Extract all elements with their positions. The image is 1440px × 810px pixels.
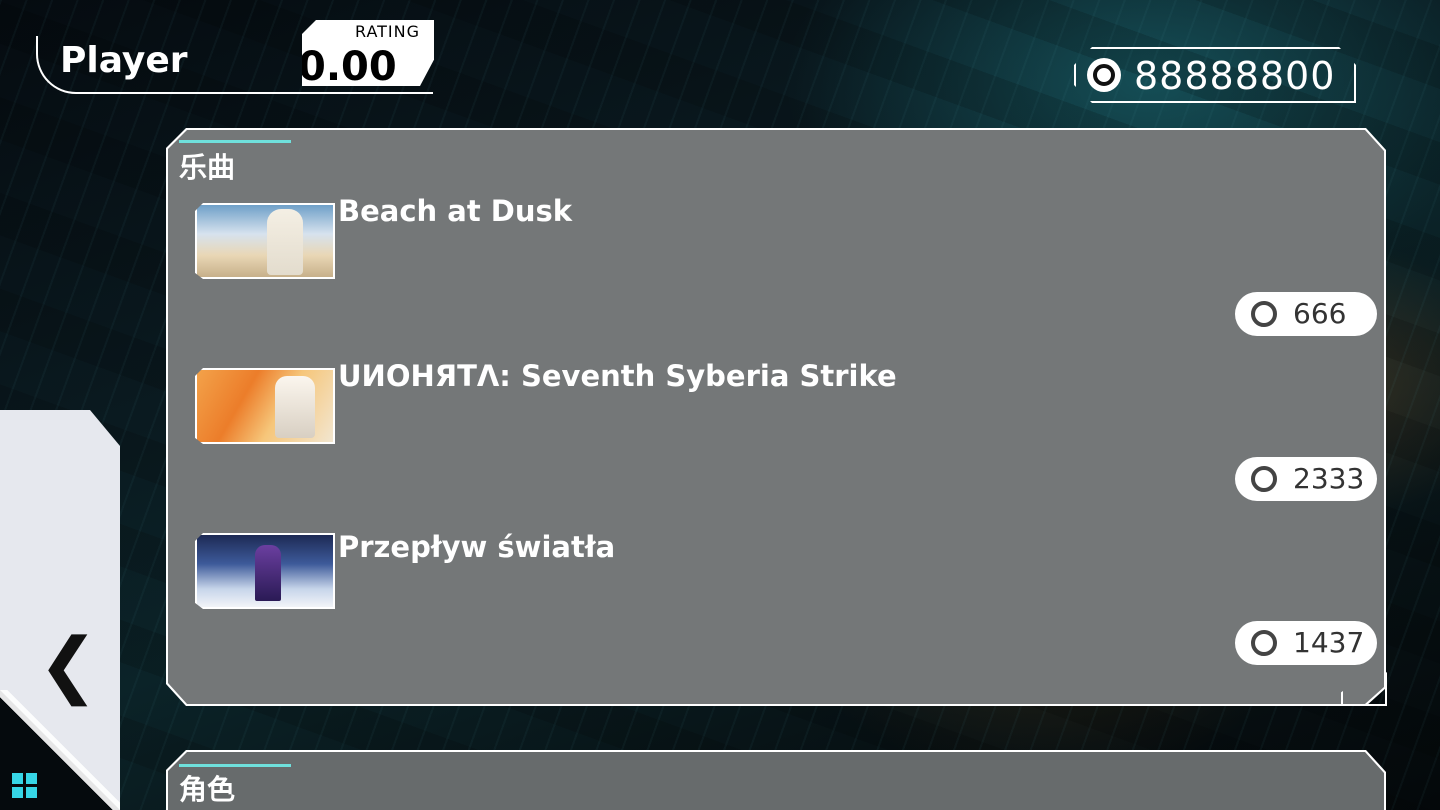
panel-body: [168, 752, 1384, 810]
song-title[interactable]: UИOHЯTΛ: Seventh Syberia Strike: [338, 359, 897, 393]
coin-icon: [1087, 58, 1121, 92]
section-accent-bar: [179, 140, 291, 143]
song-price-button[interactable]: 666: [1235, 292, 1377, 336]
section-accent-bar: [179, 764, 291, 767]
rating-value: 0.00: [298, 44, 397, 90]
song-title[interactable]: Beach at Dusk: [338, 194, 572, 228]
coin-icon: [1251, 301, 1277, 327]
chevron-left-icon[interactable]: ❮: [38, 628, 98, 700]
song-cover-przeplyw-swiatla[interactable]: [195, 533, 335, 609]
song-price-button[interactable]: 2333: [1235, 457, 1377, 501]
song-price: 2333: [1293, 462, 1365, 495]
songs-section-title: 乐曲: [179, 151, 236, 184]
player-name: Player: [60, 40, 188, 81]
rating-label: RATING: [354, 22, 420, 41]
coin-icon: [1251, 466, 1277, 492]
grid-menu-icon[interactable]: [12, 773, 37, 798]
song-price: 666: [1293, 297, 1347, 330]
song-price: 1437: [1293, 626, 1365, 659]
rating-badge: RATING 0.00: [302, 20, 434, 86]
song-cover-beach-at-dusk[interactable]: [195, 203, 335, 279]
song-cover-seventh-syberia-strike[interactable]: [195, 368, 335, 444]
characters-section-title: 角色: [179, 773, 236, 806]
currency-value: 88888800: [1134, 54, 1336, 98]
song-title[interactable]: Przepływ światła: [338, 530, 615, 564]
characters-panel: [166, 750, 1386, 810]
coin-icon: [1251, 630, 1277, 656]
song-price-button[interactable]: 1437: [1235, 621, 1377, 665]
